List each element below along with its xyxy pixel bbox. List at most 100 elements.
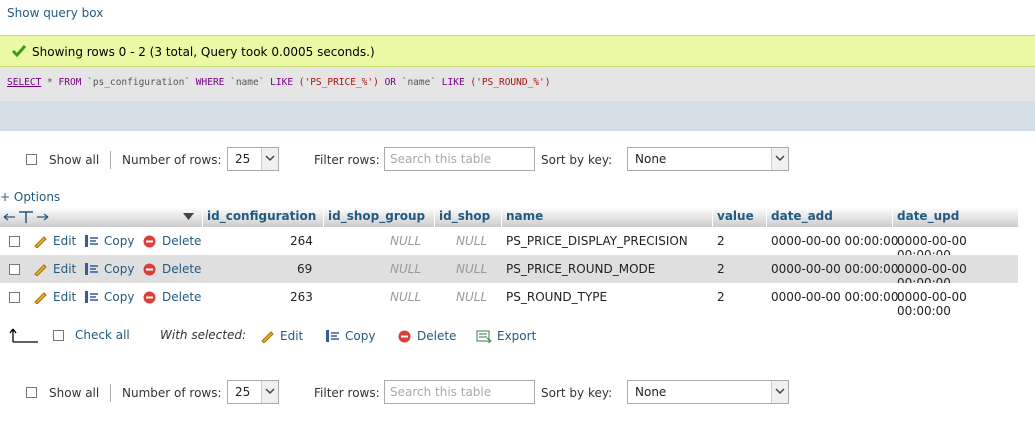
cell-id-shop-group[interactable]: NULL [390,234,421,248]
cell-value[interactable]: 2 [717,234,725,248]
cell-value[interactable]: 2 [717,290,725,304]
pencil-icon [34,264,47,276]
query-links-bar [0,101,1035,131]
show-all-checkbox[interactable] [26,154,37,165]
cell-id-shop[interactable]: NULL [456,234,487,248]
success-message-bar: Showing rows 0 - 2 (3 total, Query took … [0,35,1035,67]
column-header-id-shop-group[interactable]: id_shop_group [324,207,435,227]
sql-from-keyword: FROM [58,77,82,88]
filter-rows-label: Filter rows: [314,386,380,400]
navigation-bar-top: Show all Number of rows: 25 Filter rows:… [0,146,1035,176]
bulk-delete-button[interactable]: Delete [417,329,456,343]
sql-like-keyword: LIKE [270,77,294,88]
check-all-checkbox[interactable] [53,330,64,341]
column-header-id-shop[interactable]: id_shop [435,207,502,227]
filter-rows-input[interactable]: Search this table [384,380,535,404]
export-icon [476,330,492,343]
sql-table-name: `ps_configuration` [81,77,196,88]
cell-id-shop[interactable]: NULL [456,262,487,276]
number-of-rows-select[interactable]: 25 [227,147,279,171]
delete-link[interactable]: Delete [162,290,201,304]
sql-star: * [41,77,59,88]
navigation-bar-bottom: Show all Number of rows: 25 Filter rows:… [0,379,1035,409]
row-checkbox[interactable] [9,236,20,247]
cell-date-upd[interactable]: 0000-00-00 00:00:00 [897,290,1018,318]
column-header-id-configuration[interactable]: id_configuration [203,207,324,227]
show-all-checkbox[interactable] [26,387,37,398]
cell-id-shop-group[interactable]: NULL [390,290,421,304]
sort-by-key-label: Sort by key: [541,153,613,167]
sql-column: `name` [224,77,271,88]
chevron-down-icon [775,388,785,395]
sort-by-key-value: None [635,152,667,166]
show-query-box-link[interactable]: Show query box [7,6,103,20]
sql-query-text: SELECT * FROM `ps_configuration` WHERE `… [7,77,550,88]
bulk-actions-bar: Check all With selected: Edit Copy Delet… [0,322,1035,350]
cell-id-configuration[interactable]: 264 [290,234,313,248]
cell-name[interactable]: PS_PRICE_ROUND_MODE [506,262,655,276]
delete-link[interactable]: Delete [162,262,201,276]
checkmark-icon [12,45,26,57]
copy-link[interactable]: Copy [104,262,134,276]
cell-id-configuration[interactable]: 69 [297,262,312,276]
row-checkbox[interactable] [9,264,20,275]
cell-id-shop-group[interactable]: NULL [390,262,421,276]
row-checkbox[interactable] [9,292,20,303]
divider [110,384,111,402]
column-header-value[interactable]: value [713,207,767,227]
bulk-copy-button[interactable]: Copy [345,329,375,343]
column-header-date-upd[interactable]: date_upd [893,207,1018,227]
sql-select-keyword[interactable]: SELECT [7,77,41,88]
show-all-label: Show all [49,386,100,400]
bulk-edit-button[interactable]: Edit [280,329,303,343]
copy-link[interactable]: Copy [104,234,134,248]
cell-value[interactable]: 2 [717,262,725,276]
sql-query-box: SELECT * FROM `ps_configuration` WHERE `… [0,67,1035,101]
number-of-rows-select[interactable]: 25 [227,380,279,404]
bulk-export-button[interactable]: Export [497,329,536,343]
pencil-icon [34,292,47,304]
options-link[interactable]: + Options [0,190,60,204]
cell-date-add[interactable]: 0000-00-00 00:00:00 [771,290,898,304]
pencil-icon [261,331,274,343]
sort-by-key-select[interactable]: None [627,147,789,171]
copy-icon [85,263,98,275]
number-of-rows-value: 25 [235,385,251,399]
delete-icon [143,263,156,276]
arrow-left-up-icon [9,328,38,343]
sql-column: `name` [396,77,442,88]
table-row: Edit Copy Delete 69 NULL NULL PS_PRICE_R… [0,255,1018,290]
edit-link[interactable]: Edit [53,234,76,248]
cell-name[interactable]: PS_PRICE_DISPLAY_PRECISION [506,234,688,248]
success-message-text: Showing rows 0 - 2 (3 total, Query took … [32,45,375,59]
cell-date-add[interactable]: 0000-00-00 00:00:00 [771,262,898,276]
sql-string: ('PS_ROUND_%') [464,77,551,88]
sql-where-keyword: WHERE [195,77,225,88]
cell-id-configuration[interactable]: 263 [290,290,313,304]
sort-down-icon[interactable] [183,213,194,221]
show-all-label: Show all [49,153,100,167]
delete-link[interactable]: Delete [162,234,201,248]
cell-name[interactable]: PS_ROUND_TYPE [506,290,607,304]
delete-icon [143,291,156,304]
column-header-date-add[interactable]: date_add [767,207,893,227]
with-selected-label: With selected: [160,328,247,342]
sql-string: ('PS_PRICE_%') [293,77,385,88]
check-all-link[interactable]: Check all [75,328,130,342]
edit-link[interactable]: Edit [53,290,76,304]
copy-icon [326,330,339,342]
number-of-rows-label: Number of rows: [122,153,222,167]
edit-link[interactable]: Edit [53,262,76,276]
chevron-down-icon [265,155,275,162]
copy-link[interactable]: Copy [104,290,134,304]
actions-header [0,207,203,227]
filter-rows-input[interactable]: Search this table [384,147,535,171]
cell-id-shop[interactable]: NULL [456,290,487,304]
chevron-down-icon [265,388,275,395]
table-row: Edit Copy Delete 264 NULL NULL PS_PRICE_… [0,227,1018,262]
pencil-icon [34,236,47,248]
number-of-rows-value: 25 [235,152,251,166]
column-header-name[interactable]: name [502,207,713,227]
sort-by-key-select[interactable]: None [627,380,789,404]
cell-date-add[interactable]: 0000-00-00 00:00:00 [771,234,898,248]
